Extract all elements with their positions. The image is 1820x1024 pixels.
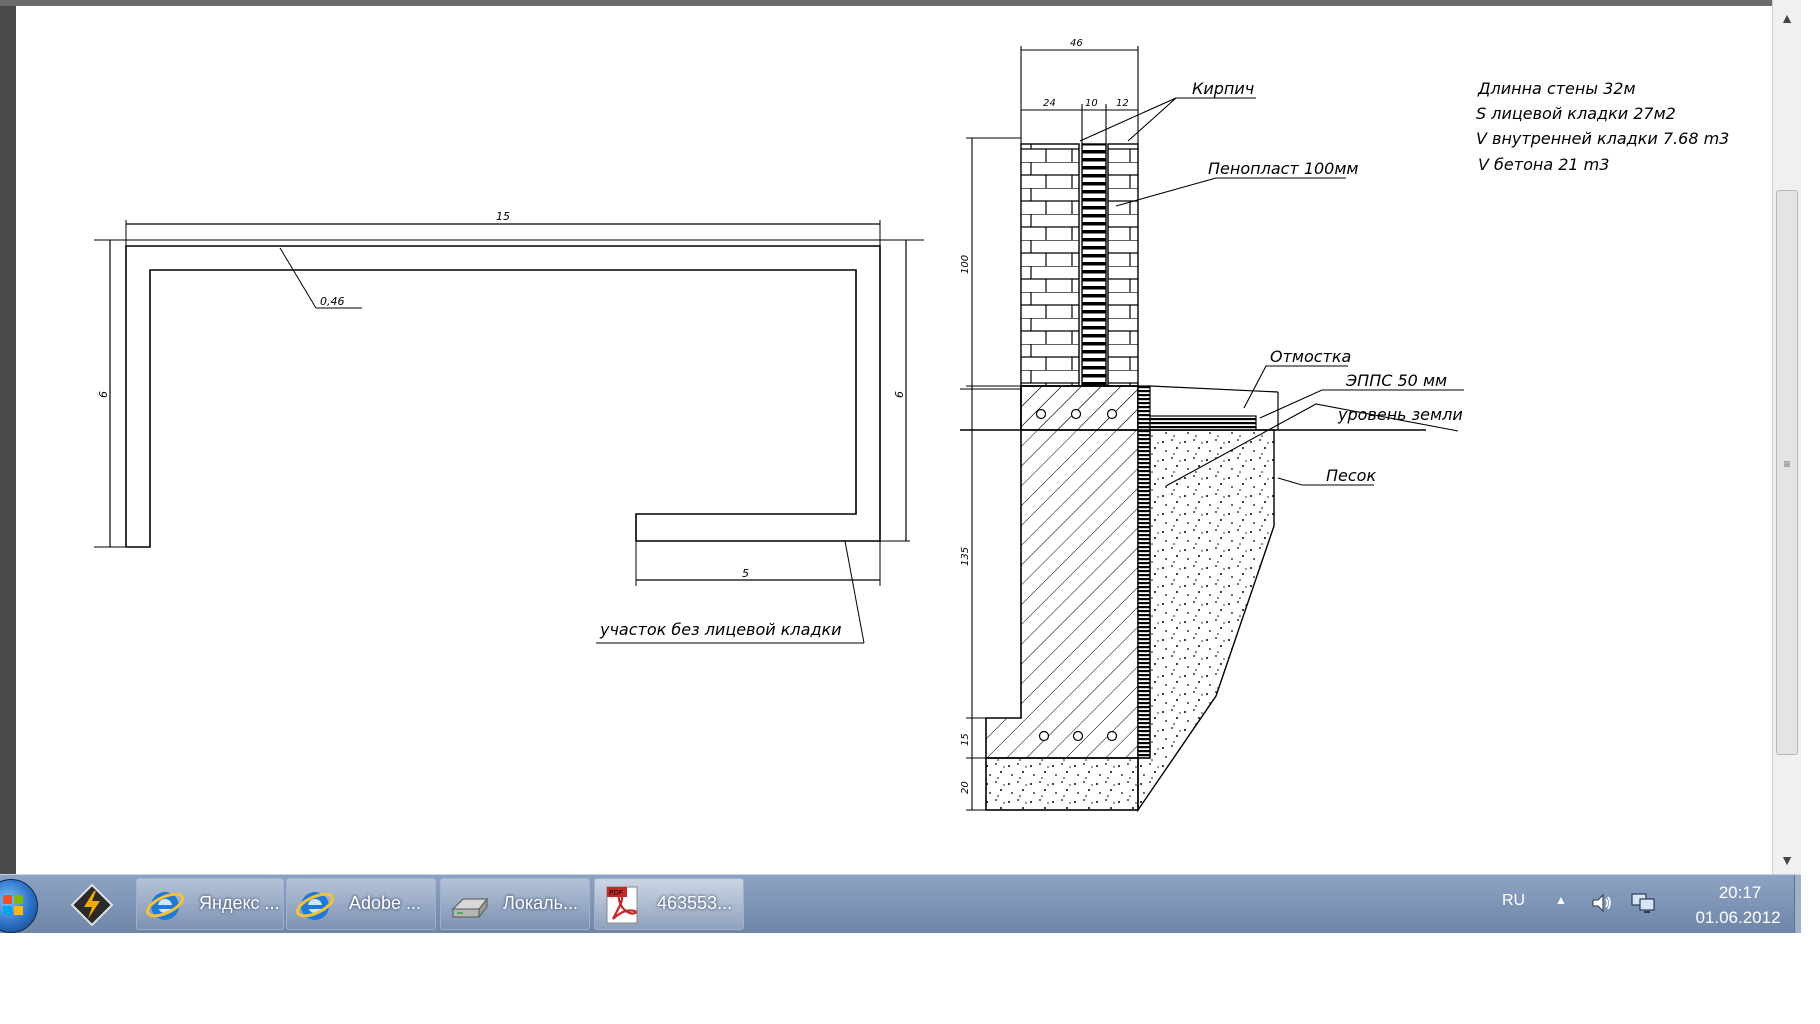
clock-date[interactable]: 01.06.2012 bbox=[1678, 908, 1798, 928]
volume-icon[interactable] bbox=[1590, 891, 1614, 915]
show-hidden-icons-icon[interactable]: ▲ bbox=[1555, 893, 1567, 907]
section-blind-area bbox=[1149, 415, 1257, 431]
summary-concrete-volume: V бетона 21 m3 bbox=[1478, 155, 1609, 174]
section-epps-vertical bbox=[1137, 385, 1151, 759]
taskbar-button-local-disk[interactable]: Локаль... bbox=[440, 878, 590, 930]
summary-notes: Длинна стены 32м S лицевой кладки 27м2 V… bbox=[1476, 79, 1729, 174]
taskbar-label-adobe: Adobe ... bbox=[349, 893, 422, 913]
dim-sand-bed: 20 bbox=[960, 781, 971, 794]
dim-foundation-height: 135 bbox=[960, 547, 971, 566]
drive-icon bbox=[451, 897, 489, 919]
label-brick: Кирпич bbox=[1192, 79, 1254, 98]
windows-logo-icon bbox=[3, 895, 12, 904]
plan-view bbox=[94, 220, 924, 644]
dim-brick: 24 bbox=[1043, 98, 1056, 109]
language-indicator[interactable]: RU bbox=[1502, 892, 1525, 910]
dim-bottom-segment: 5 bbox=[742, 567, 749, 580]
summary-wall-length: Длинна стены 32м bbox=[1477, 79, 1636, 98]
section-foam-insulation bbox=[1081, 143, 1107, 387]
summary-facing-area: S лицевой кладки 27м2 bbox=[1476, 104, 1676, 123]
vertical-scrollbar[interactable]: ▲ ≡ ▼ bbox=[1772, 0, 1801, 874]
start-button[interactable] bbox=[0, 879, 38, 933]
plan-outer-contour bbox=[125, 245, 881, 548]
scroll-grip-icon: ≡ bbox=[1783, 457, 1791, 471]
dim-thickness: 0,46 bbox=[320, 295, 345, 308]
label-sand: Песок bbox=[1326, 466, 1376, 485]
label-foam: Пенопласт 100мм bbox=[1208, 159, 1359, 178]
winamp-icon[interactable] bbox=[70, 883, 114, 927]
taskbar-button-adobe[interactable]: Adobe ... bbox=[286, 878, 436, 930]
section-brick-masonry bbox=[1020, 143, 1080, 387]
scroll-up-arrow-icon[interactable]: ▲ bbox=[1773, 6, 1801, 30]
note-no-facing: участок без лицевой кладки bbox=[599, 620, 842, 639]
taskbar-button-pdf[interactable]: PDF 463553... bbox=[594, 878, 744, 930]
dim-insulation: 10 bbox=[1085, 98, 1098, 109]
section-foundation bbox=[985, 385, 1139, 759]
section-backfill-sand bbox=[1137, 429, 1275, 813]
dim-wall-height: 100 bbox=[960, 255, 971, 274]
dim-footing: 15 bbox=[960, 733, 971, 746]
pdf-viewer-window: 15 0,46 6 6 5 участок без лицевой кладки bbox=[0, 0, 1820, 874]
scroll-thumb[interactable]: ≡ bbox=[1776, 190, 1798, 755]
label-epps: ЭППС 50 мм bbox=[1345, 371, 1447, 390]
cad-drawing: 15 0,46 6 6 5 участок без лицевой кладки bbox=[94, 38, 1729, 813]
show-desktop-button[interactable] bbox=[1794, 875, 1801, 933]
scroll-down-arrow-icon[interactable]: ▼ bbox=[1773, 848, 1801, 872]
section-facing-brick bbox=[1107, 143, 1139, 387]
clock-time[interactable]: 20:17 bbox=[1700, 883, 1780, 903]
internet-explorer-icon bbox=[145, 892, 185, 920]
dim-total-width: 46 bbox=[1070, 38, 1083, 49]
network-icon[interactable] bbox=[1630, 891, 1656, 915]
window-left-frame bbox=[0, 0, 16, 874]
dim-right-side: 6 bbox=[893, 391, 906, 398]
taskbar-label-yandex: Яндекс ... bbox=[199, 893, 280, 913]
dim-left-side: 6 bbox=[97, 391, 110, 398]
summary-inner-volume: V внутренней кладки 7.68 m3 bbox=[1476, 129, 1729, 148]
internet-explorer-icon bbox=[295, 892, 335, 920]
dim-facing: 12 bbox=[1116, 98, 1129, 109]
dim-length-15: 15 bbox=[496, 210, 510, 223]
label-blind-area: Отмостка bbox=[1270, 347, 1351, 366]
section-sand-bed bbox=[985, 757, 1139, 811]
taskbar-label-pdf: 463553... bbox=[657, 893, 733, 913]
taskbar-button-yandex[interactable]: Яндекс ... bbox=[136, 878, 284, 930]
pdf-icon: PDF bbox=[606, 886, 638, 924]
label-ground-level: уровень земли bbox=[1337, 405, 1463, 424]
taskbar: Яндекс ... Adobe ... Локаль... PDF 46355… bbox=[0, 874, 1801, 933]
taskbar-label-local-disk: Локаль... bbox=[503, 893, 578, 913]
